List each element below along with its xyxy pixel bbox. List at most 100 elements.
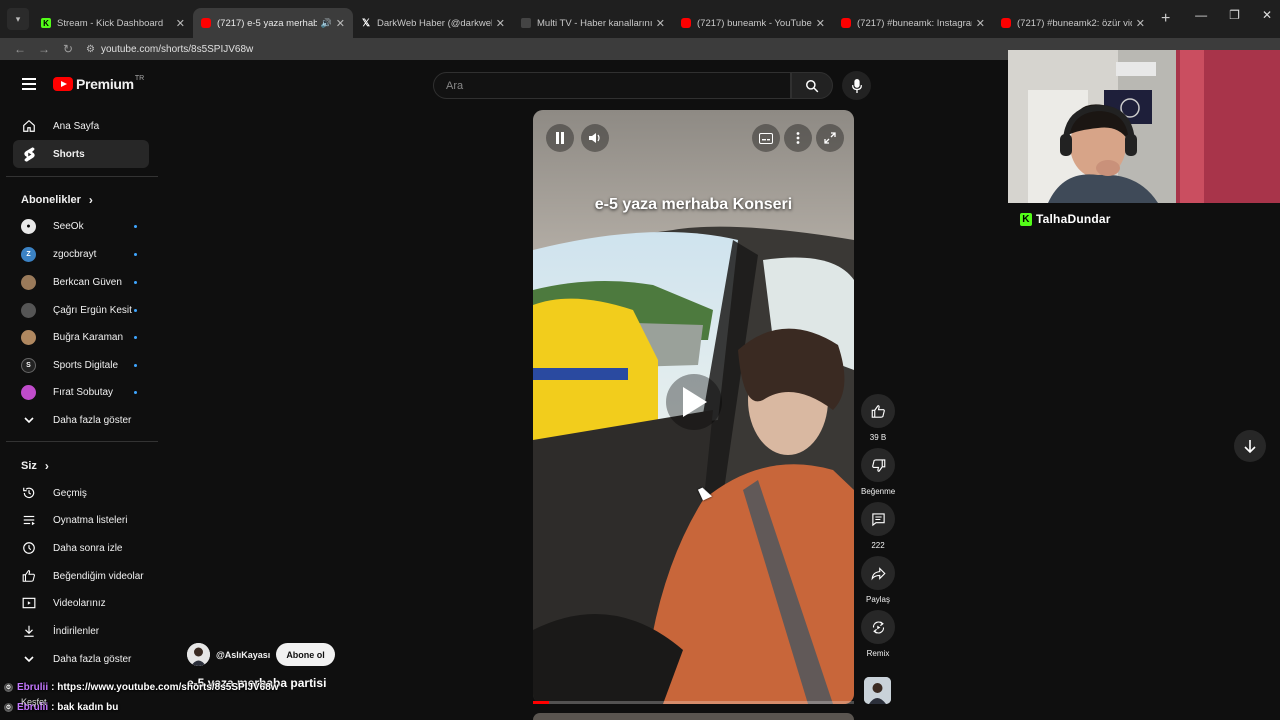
volume-button[interactable] <box>581 124 609 152</box>
share-button[interactable] <box>861 556 895 590</box>
chat-text: : bak kadın bu <box>51 702 119 713</box>
tab-title: (7217) #buneamk2: özür video <box>1017 17 1132 29</box>
captions-button[interactable] <box>752 124 780 152</box>
fullscreen-button[interactable] <box>816 124 844 152</box>
avatar: S <box>21 357 36 373</box>
sidebar-item-subscription[interactable]: Buğra Karaman <box>13 323 149 351</box>
channel-info: @AslıKayası Abone ol <box>187 643 335 666</box>
sidebar-item-home[interactable]: Ana Sayfa <box>13 112 149 140</box>
like-button[interactable] <box>861 394 895 428</box>
next-short-button[interactable] <box>1234 430 1266 462</box>
like-count: 39 B <box>869 433 887 442</box>
sidebar-item-label: Çağrı Ergün Kesit <box>53 304 132 316</box>
forward-icon[interactable]: → <box>32 42 56 56</box>
new-content-dot <box>134 252 137 256</box>
sidebar-item-downloads[interactable]: İndirilenler <box>13 617 149 645</box>
sidebar-item-your-videos[interactable]: Videolarınız <box>13 589 149 617</box>
you-header[interactable]: Siz › <box>21 459 49 473</box>
sidebar-item-subscription[interactable]: S Sports Digitale <box>13 351 149 379</box>
new-content-dot <box>134 363 137 367</box>
close-icon[interactable]: ✕ <box>176 17 185 30</box>
new-tab-button[interactable]: + <box>1161 10 1170 28</box>
close-icon[interactable]: ✕ <box>496 17 505 30</box>
streamer-name: TalhaDundar <box>1036 212 1111 226</box>
site-info-icon[interactable]: ⚙ <box>86 44 95 55</box>
tab-title: (7217) #buneamk: Instagram C <box>857 17 972 29</box>
video-icon <box>21 595 37 611</box>
play-icon <box>683 387 707 417</box>
chat-badge-icon: ⚙ <box>4 703 13 712</box>
sidebar-item-subscription[interactable]: Z zgocbrayt <box>13 240 149 268</box>
comment-count: 222 <box>871 541 885 550</box>
sidebar-item-subscription[interactable]: Berkcan Güven <box>13 268 149 296</box>
subscribe-button[interactable]: Abone ol <box>276 643 335 666</box>
subscriptions-header[interactable]: Abonelikler › <box>21 193 93 207</box>
pause-icon <box>556 132 564 144</box>
more-options-button[interactable] <box>784 124 812 152</box>
play-button[interactable] <box>666 374 722 430</box>
restore-icon[interactable]: ❐ <box>1229 8 1240 22</box>
sidebar-show-more-subscriptions[interactable]: Daha fazla göster <box>13 406 149 434</box>
channel-name[interactable]: @AslıKayası <box>216 650 270 660</box>
close-icon[interactable]: ✕ <box>336 17 345 30</box>
sidebar-item-label: Shorts <box>53 148 85 160</box>
sidebar-item-subscription[interactable]: Fırat Sobutay <box>13 378 149 406</box>
voice-search-button[interactable] <box>842 71 871 100</box>
avatar <box>21 329 36 345</box>
close-icon[interactable]: ✕ <box>816 17 825 30</box>
sidebar-item-playlists[interactable]: Oynatma listeleri <box>13 506 149 534</box>
close-icon[interactable]: ✕ <box>976 17 985 30</box>
shorts-video-player[interactable]: e-5 yaza merhaba Konseri <box>533 110 854 704</box>
remix-action: Remix <box>861 610 895 658</box>
browser-tab[interactable]: K Stream - Kick Dashboard ✕ <box>33 8 193 38</box>
shorts-icon <box>21 146 37 162</box>
progress-fill <box>533 701 550 704</box>
region-code: TR <box>134 74 145 82</box>
chat-badge-icon: ⚙ <box>4 683 13 692</box>
microphone-icon <box>851 78 862 93</box>
sidebar-item-watch-later[interactable]: Daha sonra izle <box>13 534 149 562</box>
video-progress-bar[interactable] <box>533 701 854 704</box>
browser-tab[interactable]: Multi TV - Haber kanallarını ay ✕ <box>513 8 673 38</box>
comments-button[interactable] <box>861 502 895 536</box>
history-icon <box>21 485 37 501</box>
minimize-icon[interactable]: — <box>1195 8 1207 22</box>
sidebar-item-subscription[interactable]: Çağrı Ergün Kesit <box>13 296 149 324</box>
channel-avatar[interactable] <box>187 643 210 666</box>
search-input[interactable]: Ara <box>433 72 791 99</box>
tab-title: (7217) buneamk - YouTube <box>697 17 812 29</box>
chevron-right-icon: › <box>88 193 93 207</box>
pause-button[interactable] <box>546 124 574 152</box>
browser-tab[interactable]: 𝕏 DarkWeb Haber (@darkwebha ✕ <box>353 8 513 38</box>
sidebar-item-explore-partial[interactable]: Keşfet <box>21 697 47 707</box>
comments-action: 222 <box>861 502 895 550</box>
close-icon[interactable]: ✕ <box>1136 17 1145 30</box>
volume-icon <box>589 133 600 143</box>
close-icon[interactable]: ✕ <box>656 17 665 30</box>
menu-icon[interactable] <box>22 78 36 90</box>
close-window-icon[interactable]: ✕ <box>1262 8 1272 22</box>
kick-icon: K <box>1020 212 1032 226</box>
sidebar-show-more-you[interactable]: Daha fazla göster <box>13 645 149 673</box>
next-short-preview[interactable] <box>533 713 854 720</box>
tab-search-button[interactable]: ▾ <box>7 8 29 30</box>
search-button[interactable] <box>791 72 833 99</box>
browser-tab-active[interactable]: (7217) e-5 yaza merhaba p 🔊 ✕ <box>193 8 353 38</box>
url-field[interactable]: ⚙ youtube.com/shorts/8s5SPIJV68w <box>86 44 253 55</box>
browser-tab[interactable]: (7217) buneamk - YouTube ✕ <box>673 8 833 38</box>
remix-button[interactable] <box>861 610 895 644</box>
speaker-icon[interactable]: 🔊 <box>321 18 332 29</box>
new-content-dot <box>134 224 137 228</box>
reload-icon[interactable]: ↻ <box>56 42 80 56</box>
sidebar-item-liked-videos[interactable]: Beğendiğim videolar <box>13 562 149 590</box>
sidebar-item-subscription[interactable]: ● SeeOk <box>13 212 149 240</box>
dislike-button[interactable] <box>861 448 895 482</box>
audio-source-thumbnail[interactable] <box>864 677 891 704</box>
browser-tab[interactable]: (7217) #buneamk2: özür video ✕ <box>993 8 1153 38</box>
back-icon[interactable]: ← <box>8 42 32 56</box>
browser-tab[interactable]: (7217) #buneamk: Instagram C ✕ <box>833 8 993 38</box>
sidebar-item-history[interactable]: Geçmiş <box>13 479 149 507</box>
browser-tab-strip: ▾ K Stream - Kick Dashboard ✕ (7217) e-5… <box>0 0 1280 38</box>
sidebar-item-shorts[interactable]: Shorts <box>13 140 149 168</box>
youtube-logo[interactable]: Premium TR <box>53 74 145 92</box>
